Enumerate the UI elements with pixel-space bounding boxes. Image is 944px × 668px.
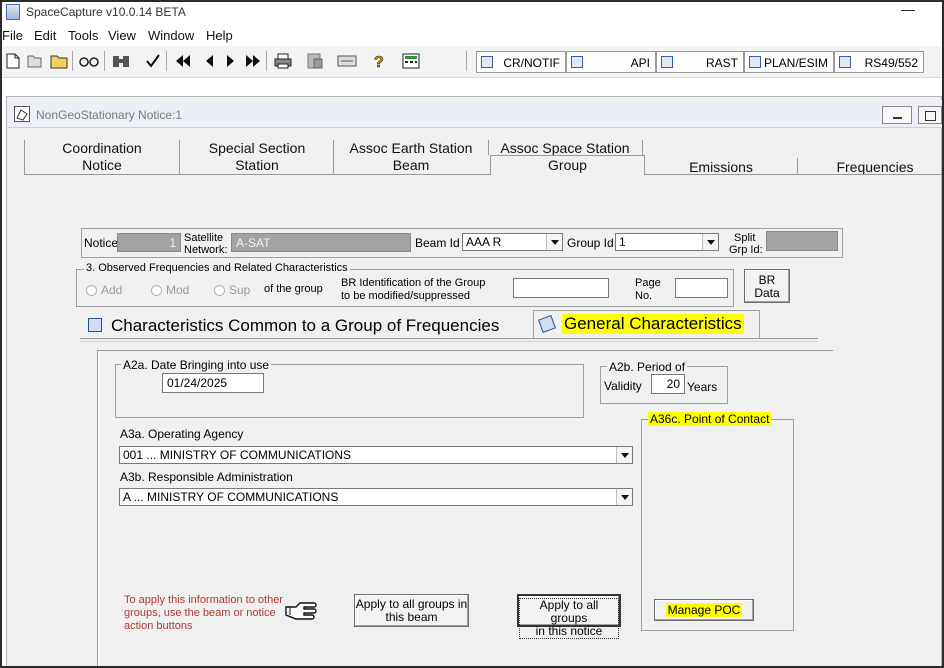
tab-notice[interactable]: Notice <box>24 157 180 174</box>
tab-beam[interactable]: Beam <box>334 157 488 174</box>
chevron-down-icon[interactable] <box>702 234 718 250</box>
new-file-icon[interactable] <box>2 50 24 72</box>
glasses-icon[interactable] <box>78 50 100 72</box>
next-icon[interactable] <box>220 50 242 72</box>
subtab-general-characteristics[interactable]: General Characteristics <box>533 310 760 339</box>
network-label: Network: <box>184 244 228 256</box>
app-icon <box>6 4 20 20</box>
manage-poc-button[interactable]: Manage POC <box>654 599 754 621</box>
apply-to-beam-button[interactable]: Apply to all groups in this beam <box>354 594 469 627</box>
window-tab-cr-notif[interactable]: CR/NOTIF <box>476 51 566 73</box>
open-icon[interactable] <box>24 50 46 72</box>
responsible-administration-dropdown[interactable]: A ... MINISTRY OF COMMUNICATIONS <box>119 488 633 506</box>
years-label: Years <box>687 380 718 394</box>
tab-group[interactable]: Group <box>490 155 645 175</box>
calculator-icon[interactable] <box>400 50 422 72</box>
responsible-administration-label: A3b. Responsible Administration <box>120 470 293 484</box>
book-icon <box>538 315 556 333</box>
radio-mod[interactable]: Mod <box>151 283 201 299</box>
point-of-contact-legend: A36c. Point of Contact <box>648 412 772 426</box>
chevron-down-icon[interactable] <box>616 447 632 463</box>
split-grp-id-field <box>766 231 838 251</box>
window-icon <box>839 56 851 68</box>
apply-note: To apply this information to other group… <box>124 594 283 632</box>
apply-to-notice-button[interactable]: Apply to all groups in this notice <box>517 594 621 639</box>
window-tab-rs49-552[interactable]: RS49/552 <box>834 51 924 73</box>
modified-suppressed-label: to be modified/suppressed <box>341 290 471 302</box>
date-bringing-into-use-field[interactable]: 01/24/2025 <box>162 373 264 393</box>
book-icon <box>88 318 102 332</box>
child-restore-button[interactable] <box>918 106 942 124</box>
binoculars-icon[interactable] <box>110 50 132 72</box>
tab-station[interactable]: Station <box>180 157 334 174</box>
period-validity-field[interactable]: 20 <box>651 374 685 394</box>
prev-icon[interactable] <box>198 50 220 72</box>
menu-tools[interactable]: Tools <box>68 28 98 43</box>
subtab-common-characteristics[interactable]: Characteristics Common to a Group of Fre… <box>84 312 530 338</box>
group-id-label: Group Id: <box>567 236 618 250</box>
notice-window-icon <box>14 106 30 122</box>
window-icon <box>481 56 493 68</box>
notice-field: 1 <box>117 233 181 252</box>
window-icon <box>571 56 583 68</box>
chevron-down-icon[interactable] <box>546 234 562 250</box>
first-icon[interactable] <box>172 50 194 72</box>
menu-help[interactable]: Help <box>206 28 233 43</box>
page-no-label: No. <box>635 290 653 302</box>
check-icon[interactable] <box>142 50 164 72</box>
window-icon <box>749 56 761 68</box>
toolbar: ? CR/NOTIF API RAST PLAN/ESIM RS49/552 <box>2 46 942 78</box>
print-icon[interactable] <box>272 50 294 72</box>
help-icon[interactable]: ? <box>368 50 390 72</box>
operating-agency-label: A3a. Operating Agency <box>120 427 244 441</box>
a2b-legend: A2b. Period of <box>607 360 688 374</box>
beam-id-label: Beam Id <box>415 236 460 250</box>
menu-bar: File Edit Tools View Window Help <box>2 26 942 46</box>
chevron-down-icon[interactable] <box>616 489 632 505</box>
minimize-button[interactable]: — <box>896 2 920 20</box>
operating-agency-dropdown[interactable]: 001 ... MINISTRY OF COMMUNICATIONS <box>119 446 633 464</box>
folder-icon[interactable] <box>48 50 70 72</box>
menu-window[interactable]: Window <box>148 28 194 43</box>
split-label: Split <box>734 232 756 244</box>
svg-text:?: ? <box>374 54 384 70</box>
notice-window-title: NonGeoStationary Notice:1 <box>36 108 183 122</box>
report-icon[interactable] <box>304 50 326 72</box>
beam-id-dropdown[interactable]: AAA R <box>462 233 563 251</box>
satellite-label: Satellite <box>184 232 224 244</box>
tab-assoc-earth-station[interactable]: Assoc Earth Station <box>334 140 488 157</box>
a2a-legend: A2a. Date Bringing into use <box>121 358 272 372</box>
satellite-network-field: A-SAT <box>231 233 411 252</box>
window-icon <box>661 56 673 68</box>
group-id-dropdown[interactable]: 1 <box>615 233 719 251</box>
br-data-button[interactable]: BR Data <box>744 269 790 303</box>
window-tab-rast[interactable]: RAST <box>656 51 744 73</box>
stamp-icon[interactable] <box>336 50 358 72</box>
menu-file[interactable]: File <box>2 28 23 43</box>
tab-coordination[interactable]: Coordination <box>24 140 180 157</box>
radio-add[interactable]: Add <box>86 283 136 299</box>
menu-view[interactable]: View <box>108 28 136 43</box>
validity-label: Validity <box>604 379 642 393</box>
menu-edit[interactable]: Edit <box>34 28 56 43</box>
window-tab-api[interactable]: API <box>566 51 656 73</box>
pointing-hand-icon <box>284 598 320 622</box>
radio-sup[interactable]: Sup <box>214 283 262 299</box>
child-minimize-button[interactable] <box>882 106 912 124</box>
window-tab-plan-esim[interactable]: PLAN/ESIM <box>744 51 834 73</box>
tab-special-section[interactable]: Special Section <box>180 140 334 157</box>
grp-id-label: Grp Id: <box>729 244 763 256</box>
last-icon[interactable] <box>242 50 264 72</box>
br-identification-label: BR Identification of the Group <box>341 277 486 289</box>
app-title: SpaceCapture v10.0.14 BETA <box>26 5 186 19</box>
of-the-group-label: of the group <box>264 283 323 295</box>
observed-frequencies-legend: 3. Observed Frequencies and Related Char… <box>84 262 350 274</box>
page-label: Page <box>635 277 661 289</box>
br-identification-field[interactable] <box>513 278 609 298</box>
page-no-field[interactable] <box>675 278 728 298</box>
notice-label: Notice <box>84 236 119 250</box>
